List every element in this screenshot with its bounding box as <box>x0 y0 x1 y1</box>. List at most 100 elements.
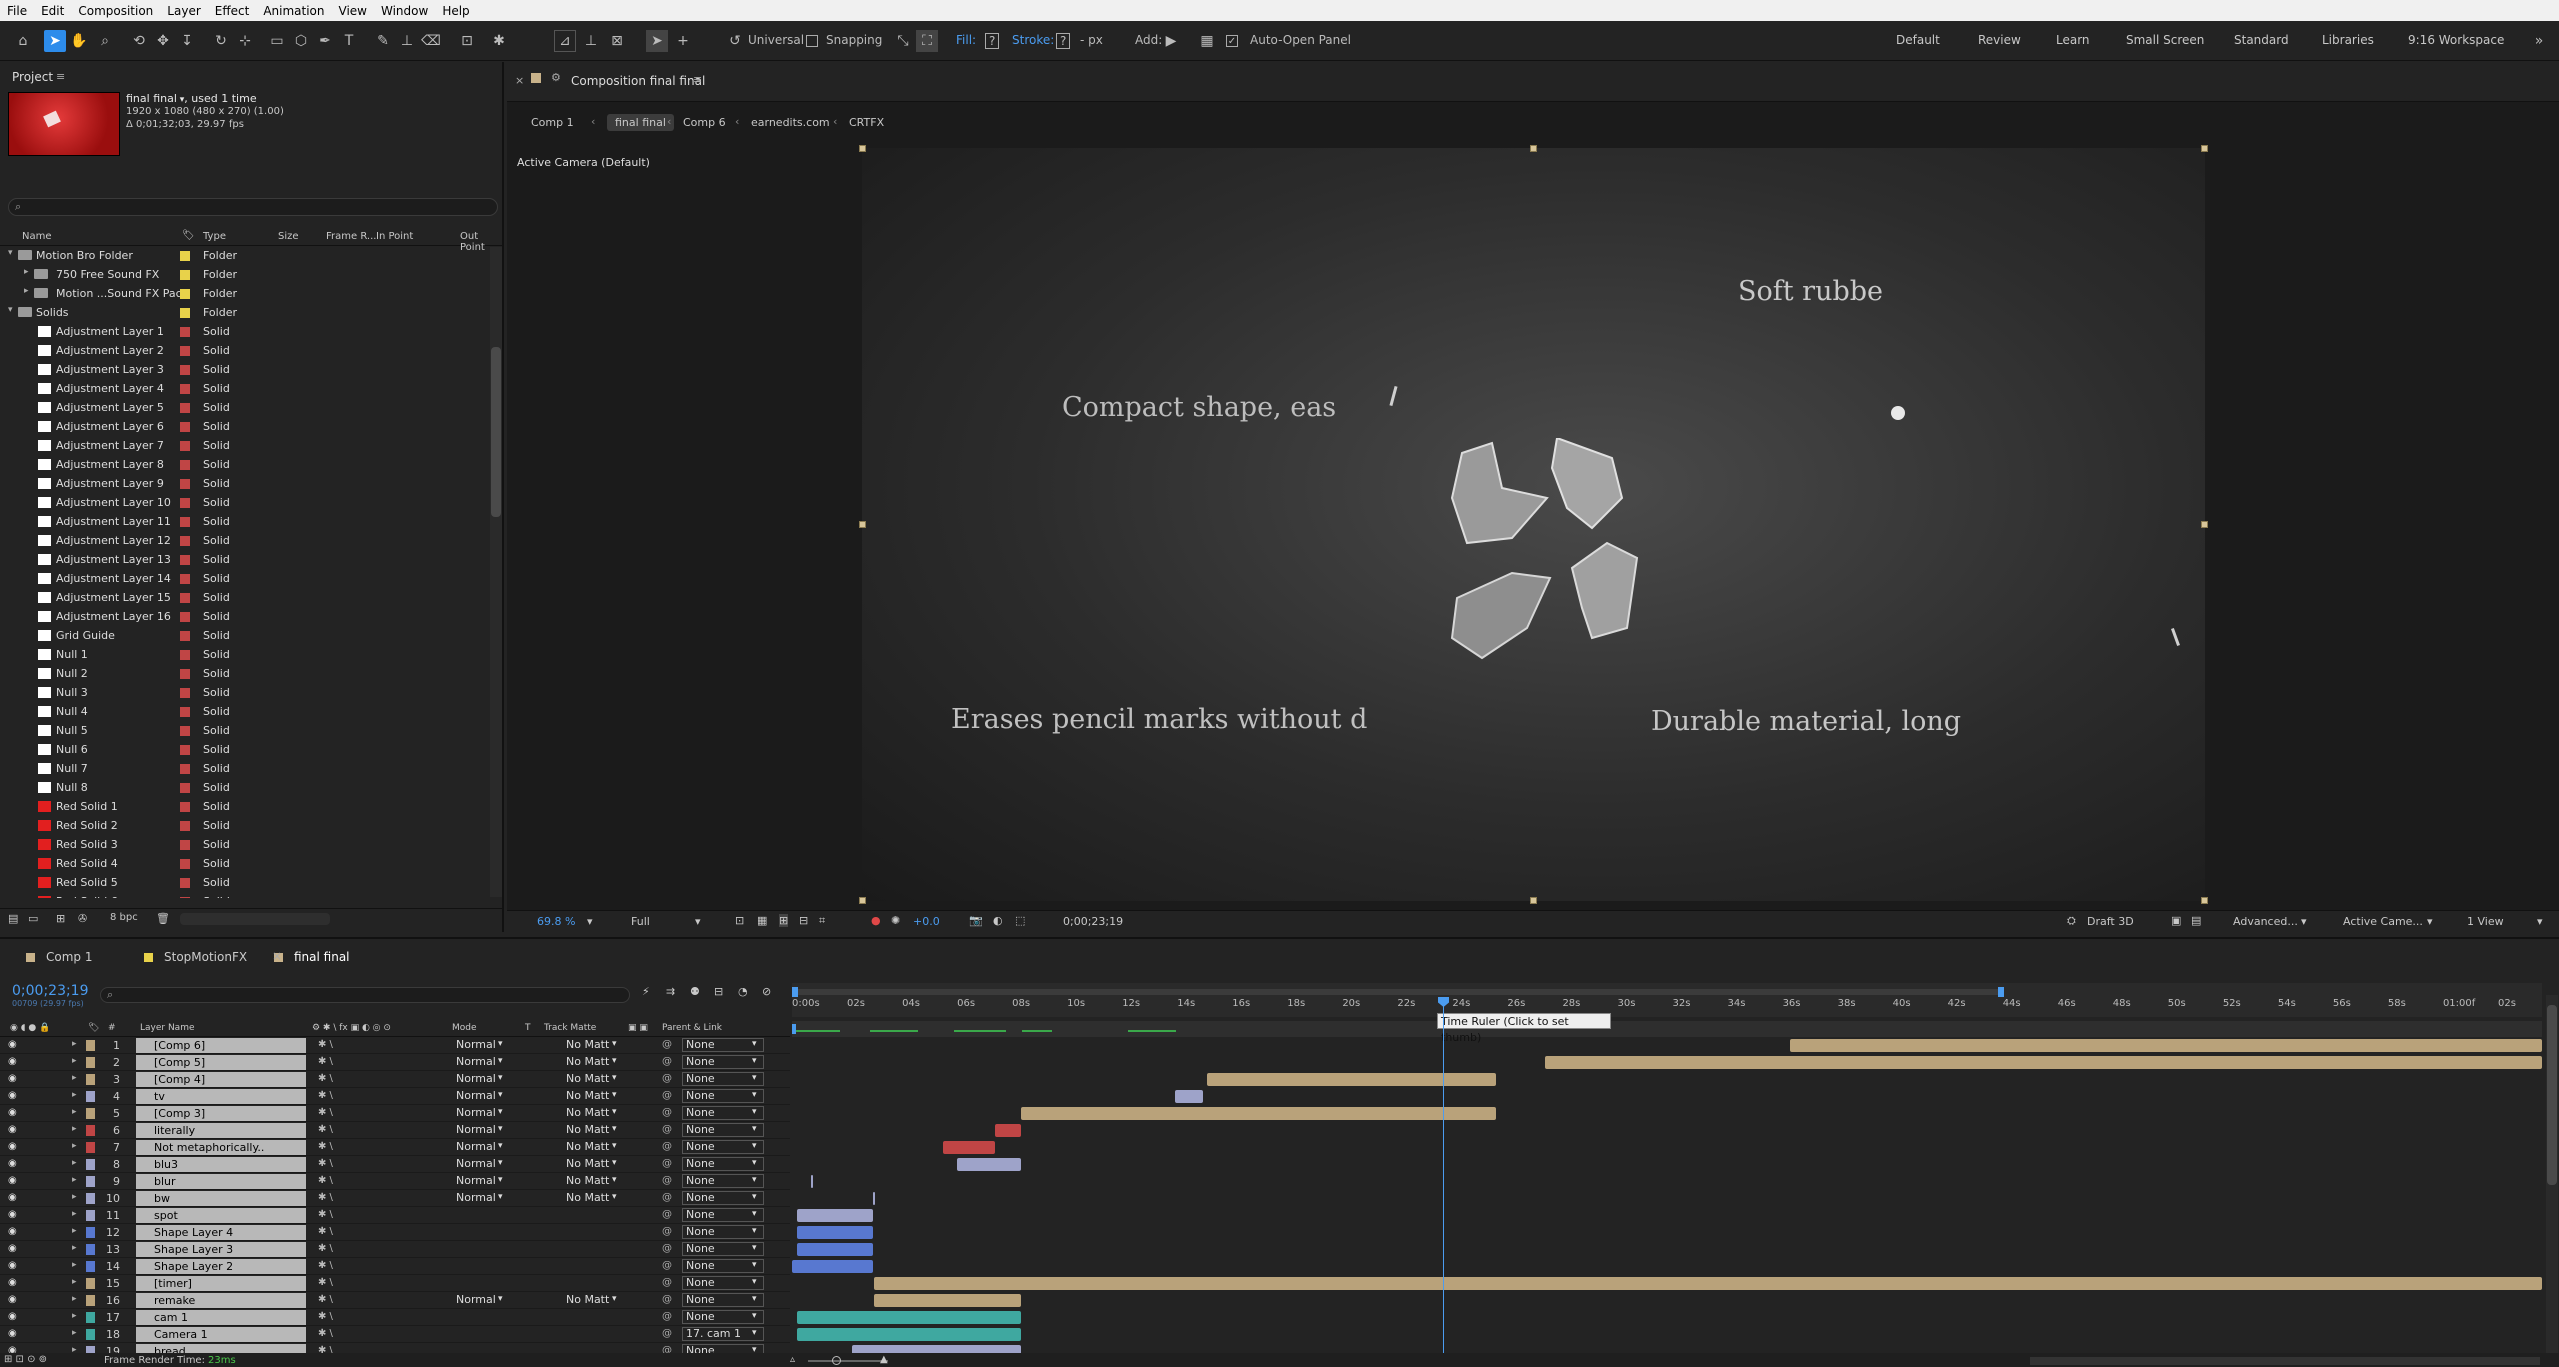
layer-name[interactable]: Shape Layer 2 <box>136 1259 306 1274</box>
timeline-scrollbar[interactable] <box>2546 995 2558 1355</box>
project-item-row[interactable]: Null 4 Solid <box>0 702 490 721</box>
move-cross-icon[interactable]: + <box>672 30 694 52</box>
layer-duration-bar[interactable] <box>1789 1039 2542 1052</box>
bpc-label[interactable]: 8 bpc <box>110 912 138 923</box>
transparency-grid-icon[interactable]: ▦ <box>757 914 767 927</box>
timeline-current-time[interactable]: 0;00;23;19 <box>12 983 89 999</box>
label-color-swatch[interactable] <box>180 498 190 508</box>
workspace-small-screen[interactable]: Small Screen <box>2126 33 2204 47</box>
parent-dropdown-icon[interactable]: ▾ <box>752 1277 757 1287</box>
layer-duration-bar[interactable] <box>1544 1056 2542 1069</box>
matte-dropdown-icon[interactable]: ▾ <box>612 1107 617 1117</box>
layer-label-color[interactable] <box>86 1108 95 1119</box>
layer-row[interactable]: ◉ ▸ 6 literally ✱ \ Normal ▾ No Matt ▾ @ N… <box>0 1122 790 1139</box>
zoom-dropdown-icon[interactable]: ▾ <box>587 915 593 928</box>
project-item-row[interactable]: Adjustment Layer 14 Solid <box>0 569 490 588</box>
project-item-row[interactable]: Null 5 Solid <box>0 721 490 740</box>
work-area-start[interactable] <box>792 1024 796 1034</box>
layer-duration-bar[interactable] <box>942 1141 995 1154</box>
matte-dropdown-icon[interactable]: ▾ <box>612 1039 617 1049</box>
layer-name[interactable]: cam 1 <box>136 1310 306 1325</box>
new-comp-icon[interactable]: ⊞ <box>56 912 65 925</box>
layer-label-color[interactable] <box>86 1091 95 1102</box>
timeline-scrollbar-thumb[interactable] <box>2547 1005 2557 1185</box>
timeline-tab-comp-1[interactable]: Comp 1 <box>46 950 92 964</box>
renderer-select[interactable]: Advanced... <box>2233 915 2298 928</box>
label-color-swatch[interactable] <box>180 327 190 337</box>
project-item-row[interactable]: Null 8 Solid <box>0 778 490 797</box>
project-item-row[interactable]: Adjustment Layer 2 Solid <box>0 341 490 360</box>
project-item-row[interactable]: Red Solid 5 Solid <box>0 873 490 892</box>
layer-row[interactable]: ◉ ▸ 9 blur ✱ \ Normal ▾ No Matt ▾ @ None ▾ <box>0 1173 790 1190</box>
project-item-row[interactable]: Adjustment Layer 3 Solid <box>0 360 490 379</box>
label-color-swatch[interactable] <box>180 707 190 717</box>
visibility-eye-icon[interactable]: ◉ <box>8 1158 17 1169</box>
stroke-swatch[interactable]: ? <box>1056 33 1071 49</box>
layer-duration-bar[interactable] <box>874 1277 2542 1290</box>
layer-switches-icons[interactable]: ✱ \ <box>318 1226 333 1237</box>
footer-toggle-icons[interactable]: ⊞ ⊡ ⊙ ⊚ <box>4 1354 47 1365</box>
work-area-bar[interactable] <box>792 1021 2542 1037</box>
project-item-row[interactable]: Null 6 Solid <box>0 740 490 759</box>
parent-dropdown-icon[interactable]: ▾ <box>752 1056 757 1066</box>
project-item-row[interactable]: ▾ Solids Folder <box>0 303 490 322</box>
layer-duration-bar[interactable] <box>797 1209 873 1222</box>
interpret-footage-icon[interactable]: ▤ <box>8 912 18 925</box>
visibility-eye-icon[interactable]: ◉ <box>8 1209 17 1220</box>
visibility-eye-icon[interactable]: ◉ <box>8 1311 17 1322</box>
transform-handle[interactable] <box>2201 145 2208 152</box>
pick-whip-icon[interactable]: @ <box>662 1090 672 1101</box>
rotate-tool-icon[interactable]: ↻ <box>210 30 232 52</box>
layer-duration-bar[interactable] <box>1206 1073 1496 1086</box>
mode-dropdown-icon[interactable]: ▾ <box>498 1039 503 1049</box>
project-item-row[interactable]: Adjustment Layer 7 Solid <box>0 436 490 455</box>
layer-label-color[interactable] <box>86 1295 95 1306</box>
layer-label-color[interactable] <box>86 1176 95 1187</box>
expand-layer-icon[interactable]: ▸ <box>72 1039 77 1049</box>
pen-tool-icon[interactable]: ✒ <box>314 30 336 52</box>
layer-row[interactable]: ◉ ▸ 2 [Comp 5] ✱ \ Normal ▾ No Matt ▾ @ No… <box>0 1054 790 1071</box>
label-color-swatch[interactable] <box>180 821 190 831</box>
label-color-swatch[interactable] <box>180 308 190 318</box>
pick-whip-icon[interactable]: @ <box>662 1311 672 1322</box>
parent-dropdown-icon[interactable]: ▾ <box>752 1039 757 1049</box>
snap-select-icon[interactable]: ➤ <box>646 30 668 52</box>
label-color-swatch[interactable] <box>180 593 190 603</box>
parent-dropdown-icon[interactable]: ▾ <box>752 1260 757 1270</box>
zoom-tool-icon[interactable]: ⌕ <box>94 30 116 52</box>
project-item-row[interactable]: Adjustment Layer 6 Solid <box>0 417 490 436</box>
pick-whip-icon[interactable]: @ <box>662 1277 672 1288</box>
label-color-swatch[interactable] <box>180 878 190 888</box>
label-color-swatch[interactable] <box>180 764 190 774</box>
layer-duration-bar[interactable] <box>1175 1090 1204 1103</box>
exposure-value[interactable]: +0.0 <box>913 915 940 928</box>
layer-switches-icons[interactable]: ✱ \ <box>318 1209 333 1220</box>
project-item-row[interactable]: Red Solid 6 Solid <box>0 892 490 898</box>
hand-tool-icon[interactable]: ✋ <box>68 30 90 52</box>
parent-dropdown-icon[interactable]: ▾ <box>752 1124 757 1134</box>
layer-switches-icons[interactable]: ✱ \ <box>318 1158 333 1169</box>
expand-layer-icon[interactable]: ▸ <box>72 1107 77 1117</box>
workspace-overflow-icon[interactable]: » <box>2528 30 2550 52</box>
expand-layer-icon[interactable]: ▸ <box>72 1141 77 1151</box>
pick-whip-icon[interactable]: @ <box>662 1260 672 1271</box>
label-color-swatch[interactable] <box>180 460 190 470</box>
layer-duration-bar[interactable] <box>797 1328 1022 1341</box>
menu-layer[interactable]: Layer <box>160 4 207 18</box>
clone-stamp-icon[interactable]: ⊥ <box>396 30 418 52</box>
parent-dropdown-icon[interactable]: ▾ <box>752 1294 757 1304</box>
menu-composition[interactable]: Composition <box>71 4 160 18</box>
layer-row[interactable]: ◉ ▸ 17 cam 1 ✱ \ @ None ▾ <box>0 1309 790 1326</box>
eraser-tool-icon[interactable]: ⌫ <box>420 30 442 52</box>
visibility-eye-icon[interactable]: ◉ <box>8 1277 17 1288</box>
close-tab-icon[interactable]: × <box>272 949 282 963</box>
mode-dropdown-icon[interactable]: ▾ <box>498 1175 503 1185</box>
breadcrumb-crtfx[interactable]: CRTFX <box>849 116 884 129</box>
cube-icon[interactable]: ⬡ <box>290 30 312 52</box>
col-type[interactable]: Type <box>203 231 226 242</box>
expand-layer-icon[interactable]: ▸ <box>72 1090 77 1100</box>
pan-camera-icon[interactable]: ✥ <box>152 30 174 52</box>
layer-row[interactable]: ◉ ▸ 16 remake ✱ \ Normal ▾ No Matt ▾ @ Non… <box>0 1292 790 1309</box>
expand-layer-icon[interactable]: ▸ <box>72 1226 77 1236</box>
layer-duration-bar[interactable] <box>792 1260 873 1273</box>
